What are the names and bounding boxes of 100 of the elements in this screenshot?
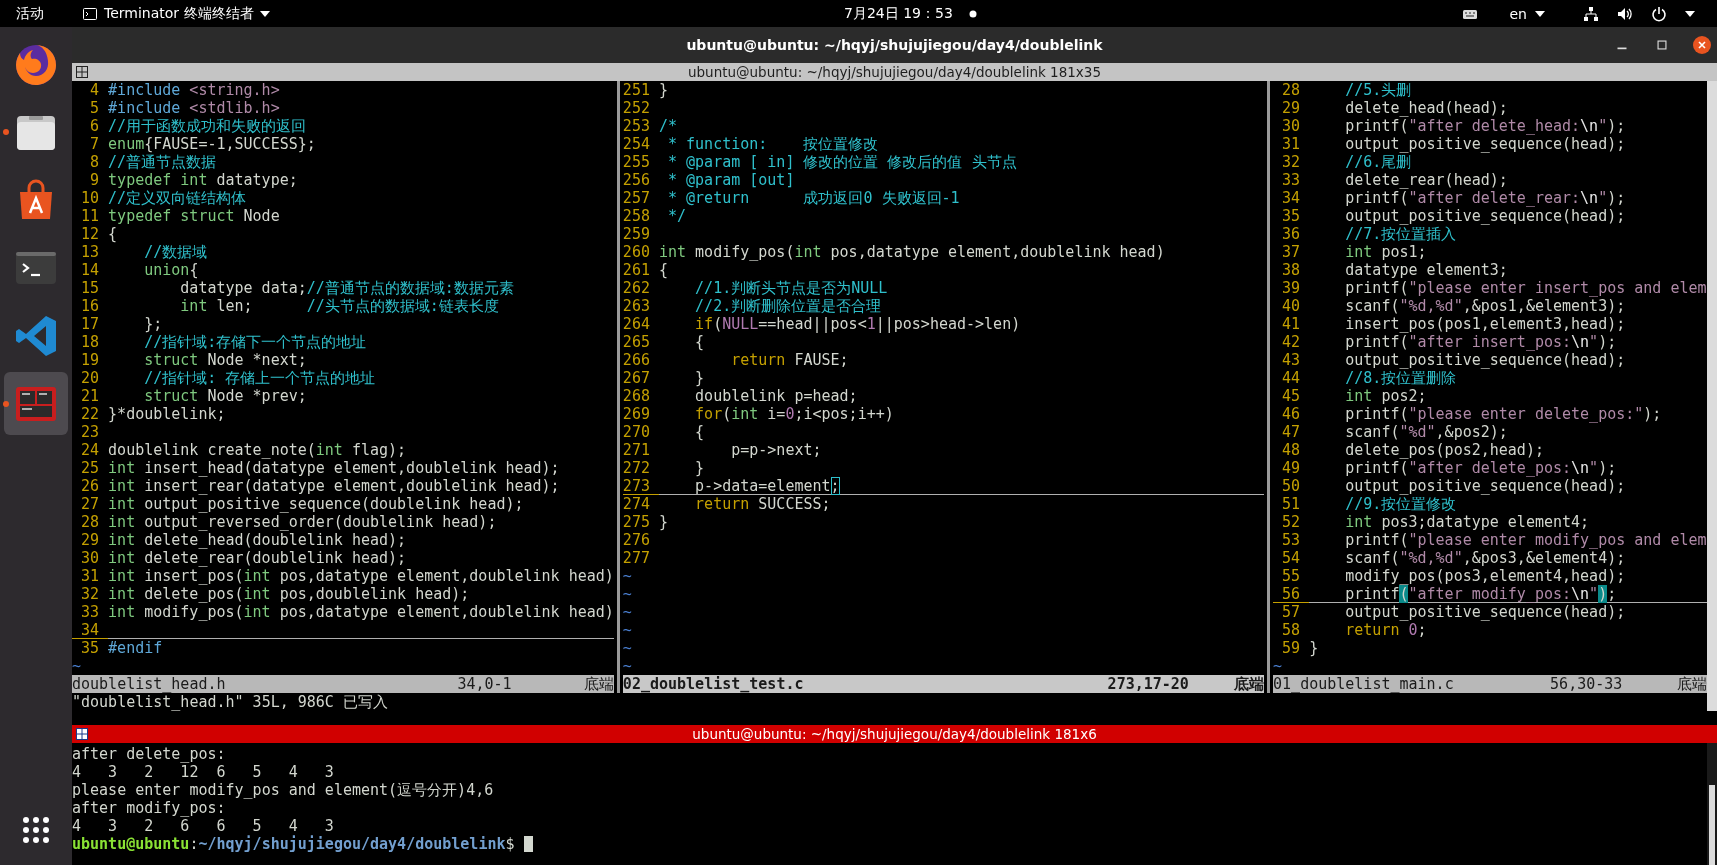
line-number: 34 xyxy=(72,621,109,639)
code-line: } xyxy=(658,81,669,99)
code-line: printf("after insert_pos:\n"); xyxy=(1344,333,1618,351)
line-number: 270 xyxy=(622,423,651,441)
code-line: int insert_pos(int pos,datatype element,doublelink head) xyxy=(108,567,614,585)
empty-line-marker: ~ xyxy=(622,657,632,675)
line-number: 8 xyxy=(89,153,101,171)
code-line: int modify_pos(int pos,datatype element,doublelink head) xyxy=(108,603,614,621)
terminal-title: ubuntu@ubuntu: ~/hqyj/shujujiegou/day4/doublelink 181x6 xyxy=(692,726,1097,742)
code-line: p=p->next; xyxy=(730,441,823,459)
app-grid-icon[interactable] xyxy=(21,815,51,845)
line-number: 269 xyxy=(622,405,651,423)
line-number: 56 xyxy=(1273,585,1310,603)
language-menu[interactable]: en xyxy=(1503,5,1551,22)
line-number: 45 xyxy=(1281,387,1302,405)
line-number: 43 xyxy=(1281,351,1302,369)
close-icon[interactable] xyxy=(1693,36,1711,54)
code-line: } xyxy=(1309,639,1320,657)
caret-icon xyxy=(259,10,270,17)
code-line: struct Node *next; xyxy=(143,351,308,369)
line-number: 25 xyxy=(80,459,101,477)
line-number: 33 xyxy=(1281,171,1302,189)
empty-line-marker: ~ xyxy=(622,567,632,585)
code-line: p->data=element; xyxy=(658,477,1265,495)
caret-icon[interactable] xyxy=(1685,10,1695,17)
line-number: 19 xyxy=(80,351,101,369)
code-line: scanf("%d",&pos2); xyxy=(1344,423,1509,441)
code-line: //定义双向链结构体 xyxy=(108,189,248,207)
line-number: 30 xyxy=(1281,117,1302,135)
terminal-icon xyxy=(82,5,98,22)
line-number: 52 xyxy=(1281,513,1302,531)
scroll-position: 底端 xyxy=(583,675,614,693)
code-line: }; xyxy=(143,315,164,333)
line-number: 32 xyxy=(80,585,101,603)
line-number: 39 xyxy=(1281,279,1302,297)
code-line: } xyxy=(694,459,706,477)
file-name: 02_doublelist_test.c xyxy=(622,675,805,693)
line-number: 28 xyxy=(1281,81,1302,99)
line-number: 16 xyxy=(80,297,101,315)
file-name: doublelist_head.h xyxy=(72,675,227,693)
line-number: 28 xyxy=(80,513,101,531)
code-line: //9.按位置修改 xyxy=(1344,495,1458,513)
code-line: }*doublelink; xyxy=(108,405,227,423)
code-line: printf("after modify_pos:\n"); xyxy=(1309,585,1707,603)
code-line: printf("please enter modify_pos and elem xyxy=(1344,531,1707,549)
code-line: } xyxy=(694,369,706,387)
app-menu[interactable]: Terminator 终端终结者 xyxy=(76,4,276,23)
code-line: union{ xyxy=(143,261,200,279)
line-number: 276 xyxy=(622,531,651,549)
clock[interactable]: 7月24日 19：53 xyxy=(838,4,959,23)
power-icon[interactable] xyxy=(1651,5,1667,22)
line-number: 35 xyxy=(1281,207,1302,225)
line-number: 37 xyxy=(1281,243,1302,261)
output-line: 4 3 2 6 6 5 4 3 xyxy=(72,817,334,835)
code-line: datatype data;//普通节点的数据域:数据元素 xyxy=(179,279,515,297)
code-line: int insert_rear(datatype element,doublelink head); xyxy=(108,477,561,495)
line-number: 47 xyxy=(1281,423,1302,441)
code-line: delete_head(head); xyxy=(1344,99,1509,117)
code-line: */ xyxy=(666,207,688,225)
code-line: { xyxy=(694,423,706,441)
line-number: 271 xyxy=(622,441,651,459)
empty-line-marker: ~ xyxy=(622,603,632,621)
line-number: 21 xyxy=(80,387,101,405)
scrollbar[interactable] xyxy=(1707,743,1717,865)
line-number: 267 xyxy=(622,369,651,387)
code-line: //7.按位置插入 xyxy=(1344,225,1458,243)
code-line: return 0; xyxy=(1344,621,1428,639)
output-line: after modify_pos: xyxy=(72,799,226,817)
caret-icon xyxy=(1535,10,1545,17)
code-line: //5.头删 xyxy=(1344,81,1413,99)
network-icon[interactable] xyxy=(1583,5,1599,22)
line-number: 7 xyxy=(89,135,101,153)
empty-line-marker: ~ xyxy=(622,585,632,603)
code-line: typedef struct Node xyxy=(108,207,281,225)
code-line: #include <stdlib.h> xyxy=(108,99,281,117)
code-line: modify_pos(pos3,element4,head); xyxy=(1344,567,1627,585)
code-line: struct Node *prev; xyxy=(143,387,308,405)
empty-line-marker: ~ xyxy=(1273,657,1283,675)
code-line: //指针域: 存储上一个节点的地址 xyxy=(143,369,377,387)
scroll-position: 底端 xyxy=(1676,675,1707,693)
line-number: 251 xyxy=(622,81,651,99)
scrollbar[interactable] xyxy=(1707,81,1717,711)
line-number: 49 xyxy=(1281,459,1302,477)
line-number: 46 xyxy=(1281,405,1302,423)
split-grid-icon[interactable] xyxy=(76,66,88,78)
activities-button[interactable]: 活动 xyxy=(10,4,50,23)
line-number: 42 xyxy=(1281,333,1302,351)
output-line: 4 3 2 12 6 5 4 3 xyxy=(72,763,334,781)
line-number: 272 xyxy=(622,459,651,477)
scroll-position: 底端 xyxy=(1234,675,1265,693)
code-line: { xyxy=(108,225,119,243)
code-line: datatype element3; xyxy=(1344,261,1509,279)
line-number: 34 xyxy=(1281,189,1302,207)
line-number: 53 xyxy=(1281,531,1302,549)
split-grid-icon[interactable] xyxy=(76,728,88,740)
line-number: 10 xyxy=(80,189,101,207)
line-number: 275 xyxy=(622,513,651,531)
output-line: please enter modify_pos and element(逗号分开)4,6 xyxy=(72,781,494,799)
line-number: 11 xyxy=(80,207,101,225)
code-line: #endif xyxy=(108,639,164,657)
